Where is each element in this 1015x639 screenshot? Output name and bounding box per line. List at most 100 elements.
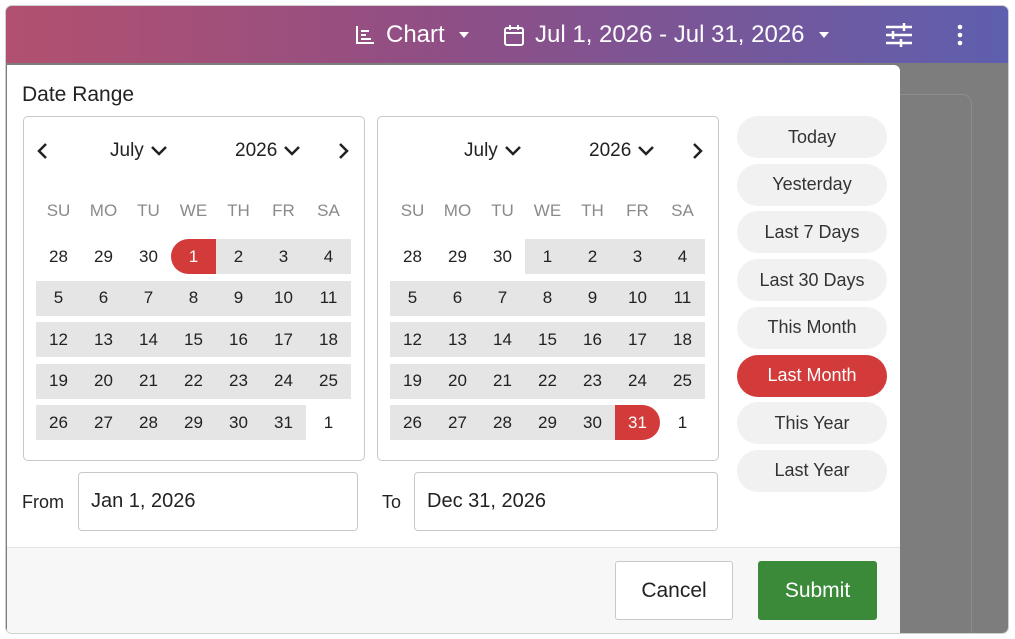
calendar-day[interactable]: 4	[660, 239, 705, 274]
preset-last-7-days-button[interactable]: Last 7 Days	[737, 211, 887, 254]
calendar-day[interactable]: 7	[480, 280, 525, 316]
kebab-menu-icon	[956, 24, 964, 46]
calendar-day[interactable]: 27	[435, 405, 480, 441]
next-month-button[interactable]	[332, 139, 356, 163]
calendar-day[interactable]: 18	[306, 322, 351, 358]
calendar-day[interactable]: 15	[525, 322, 570, 358]
calendar-day[interactable]: 16	[570, 322, 615, 358]
calendar-day[interactable]: 2	[216, 239, 261, 274]
calendar-day[interactable]: 30	[480, 239, 525, 274]
calendar-day[interactable]: 11	[660, 280, 705, 316]
calendar-day[interactable]: 7	[126, 280, 171, 316]
year-select[interactable]: 2026	[589, 137, 655, 165]
calendar-day[interactable]: 21	[480, 363, 525, 399]
calendar-day[interactable]: 31	[615, 405, 660, 441]
calendar-day[interactable]: 28	[126, 405, 171, 441]
to-date-input[interactable]	[414, 472, 718, 531]
calendar-day[interactable]: 27	[81, 405, 126, 441]
calendar-week: 28 29 30 1 2 3 4	[390, 239, 705, 274]
calendar-day[interactable]: 30	[126, 239, 171, 274]
calendar-day[interactable]: 23	[570, 363, 615, 399]
preset-yesterday-button[interactable]: Yesterday	[737, 163, 887, 206]
month-label: July	[464, 140, 498, 161]
preset-this-month-button[interactable]: This Month	[737, 306, 887, 349]
calendar-day[interactable]: 1	[660, 405, 705, 440]
month-select[interactable]: July	[464, 137, 522, 165]
calendar-day[interactable]: 19	[36, 363, 81, 399]
calendar-week: 5 6 7 8 9 10 11	[390, 280, 705, 316]
calendar-day[interactable]: 26	[36, 405, 81, 441]
calendar-day[interactable]: 29	[525, 405, 570, 441]
calendar-day[interactable]: 31	[261, 405, 306, 441]
year-select[interactable]: 2026	[235, 137, 301, 165]
calendar-day[interactable]: 6	[81, 280, 126, 316]
calendar-day[interactable]: 8	[525, 280, 570, 316]
calendar-day[interactable]: 30	[570, 405, 615, 441]
calendar-day[interactable]: 14	[480, 322, 525, 358]
calendar-day[interactable]: 20	[435, 363, 480, 399]
calendar-day[interactable]: 19	[390, 363, 435, 399]
month-select[interactable]: July	[110, 137, 168, 165]
calendar-day[interactable]: 13	[435, 322, 480, 358]
calendar-day[interactable]: 12	[36, 322, 81, 358]
calendar-day[interactable]: 16	[216, 322, 261, 358]
preset-last-month-button[interactable]: Last Month	[737, 354, 887, 397]
calendar-day[interactable]: 29	[81, 239, 126, 274]
calendar-day[interactable]: 17	[261, 322, 306, 358]
calendar-day[interactable]: 18	[660, 322, 705, 358]
next-month-button[interactable]	[686, 139, 710, 163]
preset-last-year-button[interactable]: Last Year	[737, 449, 887, 492]
calendar-day[interactable]: 28	[36, 239, 81, 274]
calendar-day[interactable]: 3	[261, 239, 306, 274]
calendar-day[interactable]: 12	[390, 322, 435, 358]
calendar-day[interactable]: 10	[615, 280, 660, 316]
calendar-day[interactable]: 11	[306, 280, 351, 316]
calendar-day[interactable]: 14	[126, 322, 171, 358]
calendar-day[interactable]: 29	[435, 239, 480, 274]
calendar-day[interactable]: 28	[480, 405, 525, 441]
calendar-day[interactable]: 1	[171, 239, 216, 274]
preset-last-30-days-button[interactable]: Last 30 Days	[737, 259, 887, 302]
calendar-day[interactable]: 17	[615, 322, 660, 358]
preset-today-button[interactable]: Today	[737, 116, 887, 158]
calendar-day[interactable]: 25	[306, 363, 351, 399]
calendar-day[interactable]: 8	[171, 280, 216, 316]
calendar-day[interactable]: 25	[660, 363, 705, 399]
preset-this-year-button[interactable]: This Year	[737, 402, 887, 445]
calendar-day[interactable]: 4	[306, 239, 351, 274]
from-date-input[interactable]	[78, 472, 358, 531]
calendar-day[interactable]: 28	[390, 239, 435, 274]
weekday-label: TH	[227, 201, 250, 220]
calendar-day[interactable]: 9	[216, 280, 261, 316]
calendar-day[interactable]: 24	[615, 363, 660, 399]
chevron-left-icon	[37, 143, 47, 159]
calendar-day[interactable]: 22	[525, 363, 570, 399]
cancel-button[interactable]: Cancel	[615, 561, 733, 620]
submit-button[interactable]: Submit	[758, 561, 877, 620]
calendar-day[interactable]: 15	[171, 322, 216, 358]
calendar-day[interactable]: 10	[261, 280, 306, 316]
filter-settings-button[interactable]	[884, 6, 914, 63]
calendar-day[interactable]: 22	[171, 363, 216, 399]
calendar-day[interactable]: 3	[615, 239, 660, 274]
calendar-day[interactable]: 1	[525, 239, 570, 274]
calendar-day[interactable]: 9	[570, 280, 615, 316]
calendar-day[interactable]: 5	[36, 280, 81, 316]
chart-type-dropdown[interactable]: Chart	[354, 6, 469, 63]
date-range-dropdown[interactable]: Jul 1, 2026 - Jul 31, 2026	[503, 6, 829, 63]
weekday-label: FR	[272, 201, 295, 220]
more-menu-button[interactable]	[956, 6, 964, 63]
calendar-day[interactable]: 29	[171, 405, 216, 441]
calendar-day[interactable]: 20	[81, 363, 126, 399]
previous-month-button[interactable]	[30, 139, 54, 163]
calendar-day[interactable]: 24	[261, 363, 306, 399]
calendar-day[interactable]: 21	[126, 363, 171, 399]
calendar-day[interactable]: 5	[390, 280, 435, 316]
calendar-day[interactable]: 30	[216, 405, 261, 441]
calendar-day[interactable]: 2	[570, 239, 615, 274]
calendar-day[interactable]: 26	[390, 405, 435, 441]
calendar-day[interactable]: 1	[306, 405, 351, 440]
calendar-day[interactable]: 6	[435, 280, 480, 316]
calendar-day[interactable]: 23	[216, 363, 261, 399]
calendar-day[interactable]: 13	[81, 322, 126, 358]
